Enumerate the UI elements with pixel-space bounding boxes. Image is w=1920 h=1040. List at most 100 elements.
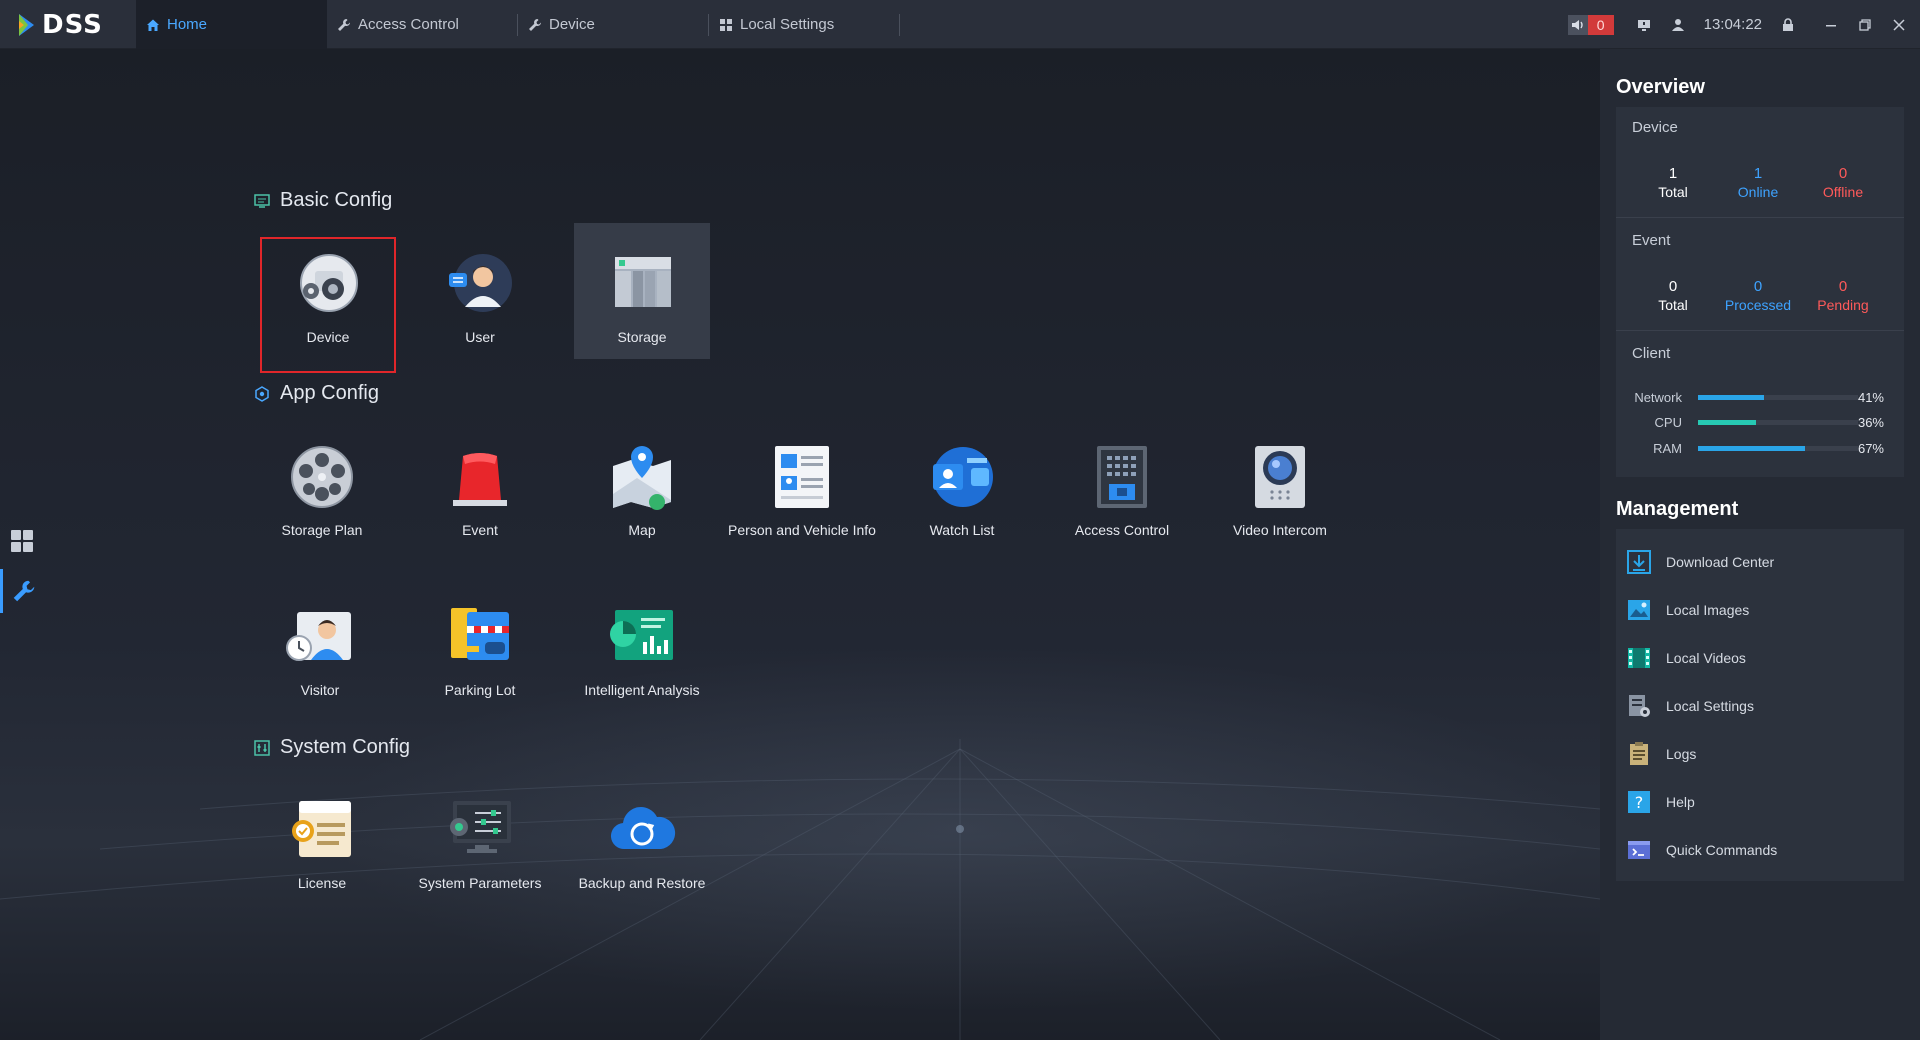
watch-list-icon bbox=[933, 447, 993, 507]
nav-config[interactable] bbox=[0, 569, 44, 613]
network-usage: Network 41% bbox=[1634, 390, 1884, 405]
tile-person-vehicle-info[interactable]: Person and Vehicle Info bbox=[728, 430, 876, 566]
wrench-icon bbox=[529, 18, 541, 31]
ram-usage: RAM 67% bbox=[1653, 441, 1884, 456]
client-section-title: Client bbox=[1632, 345, 1671, 362]
svg-text:?: ? bbox=[1635, 793, 1644, 812]
device-total[interactable]: 1 Total bbox=[1628, 165, 1718, 201]
tab-access-control[interactable]: Access Control bbox=[327, 0, 518, 49]
tab-device[interactable]: Device bbox=[518, 0, 709, 49]
alarm-indicator[interactable]: 0 bbox=[1567, 14, 1614, 35]
help-icon: ? bbox=[1628, 791, 1650, 813]
video-icon bbox=[1628, 648, 1650, 668]
commands-icon bbox=[1628, 841, 1650, 859]
mgmt-download-center[interactable]: Download Center bbox=[1616, 542, 1904, 582]
mgmt-local-images[interactable]: Local Images bbox=[1616, 590, 1904, 630]
monitor-icon bbox=[254, 193, 270, 208]
intercom-icon bbox=[1255, 446, 1305, 508]
device-offline[interactable]: 0 Offline bbox=[1798, 165, 1888, 201]
license-icon bbox=[292, 801, 351, 857]
home-icon bbox=[147, 19, 159, 31]
lock-icon[interactable] bbox=[1780, 17, 1796, 33]
restore-button[interactable] bbox=[1848, 18, 1882, 31]
event-pending[interactable]: 0 Pending bbox=[1798, 278, 1888, 314]
network-bar-track bbox=[1698, 395, 1858, 400]
parking-icon bbox=[451, 608, 509, 660]
network-bar-fill bbox=[1698, 395, 1764, 400]
tile-storage-plan[interactable]: Storage Plan bbox=[254, 430, 390, 566]
alarm-count: 0 bbox=[1587, 14, 1614, 35]
tile-map[interactable]: Map bbox=[574, 430, 710, 566]
management-title: Management bbox=[1616, 498, 1739, 520]
tab-home[interactable]: Home bbox=[136, 0, 327, 49]
mgmt-help[interactable]: ? Help bbox=[1616, 782, 1904, 822]
app-logo: DSS bbox=[16, 10, 103, 40]
mgmt-quick-commands[interactable]: Quick Commands bbox=[1616, 830, 1904, 870]
tile-access-control[interactable]: Access Control bbox=[1052, 430, 1192, 566]
ram-bar-track bbox=[1698, 446, 1858, 451]
mgmt-logs[interactable]: Logs bbox=[1616, 734, 1904, 774]
clock: 13:04:22 bbox=[1703, 16, 1762, 33]
device-online[interactable]: 1 Online bbox=[1713, 165, 1803, 201]
dss-logo-icon bbox=[19, 14, 34, 36]
download-icon bbox=[1627, 550, 1651, 574]
user-icon bbox=[449, 254, 512, 312]
tile-video-intercom[interactable]: Video Intercom bbox=[1212, 430, 1348, 566]
device-config-icon bbox=[300, 254, 358, 312]
user-account-icon[interactable] bbox=[1670, 17, 1686, 33]
tile-parking-lot[interactable]: Parking Lot bbox=[412, 590, 548, 726]
overview-title: Overview bbox=[1616, 76, 1705, 98]
section-system-config: System Config bbox=[254, 736, 410, 759]
tile-watch-list[interactable]: Watch List bbox=[894, 430, 1030, 566]
tile-user[interactable]: User bbox=[412, 237, 548, 373]
divider bbox=[1616, 330, 1904, 331]
tile-event[interactable]: Event bbox=[412, 430, 548, 566]
access-panel-icon bbox=[1097, 446, 1147, 508]
dashboard-grid-icon bbox=[11, 530, 33, 552]
close-button[interactable] bbox=[1882, 18, 1916, 31]
film-reel-icon bbox=[291, 446, 353, 508]
management-card: Download Center Local Images Local Video… bbox=[1616, 529, 1904, 881]
id-card-icon bbox=[775, 446, 829, 508]
visitor-icon bbox=[286, 612, 351, 661]
tile-device[interactable]: Device bbox=[260, 237, 396, 373]
mgmt-local-settings[interactable]: Local Settings bbox=[1616, 686, 1904, 726]
analysis-icon bbox=[610, 610, 673, 660]
wrench-icon bbox=[338, 18, 350, 31]
cloud-backup-icon bbox=[610, 807, 676, 850]
system-params-icon bbox=[450, 801, 511, 853]
tile-license[interactable]: License bbox=[254, 783, 390, 919]
tile-system-parameters[interactable]: System Parameters bbox=[412, 783, 548, 919]
siren-icon bbox=[453, 453, 507, 506]
ram-bar-fill bbox=[1698, 446, 1806, 451]
monitor-alert-icon[interactable] bbox=[1636, 17, 1652, 33]
app-hexagon-icon bbox=[255, 385, 269, 402]
cpu-bar-fill bbox=[1698, 420, 1756, 425]
event-section-title: Event bbox=[1632, 232, 1671, 249]
minimize-button[interactable] bbox=[1814, 19, 1848, 31]
divider bbox=[1616, 217, 1904, 218]
tab-local-settings[interactable]: Local Settings bbox=[709, 0, 900, 49]
speaker-icon bbox=[1567, 14, 1588, 35]
map-icon bbox=[613, 446, 671, 510]
cpu-bar-track bbox=[1698, 420, 1858, 425]
nav-dashboard[interactable] bbox=[0, 519, 44, 563]
left-nav bbox=[0, 49, 44, 1040]
tile-storage[interactable]: Storage bbox=[574, 223, 710, 359]
event-processed[interactable]: 0 Processed bbox=[1713, 278, 1803, 314]
grid-icon bbox=[720, 18, 732, 31]
event-total[interactable]: 0 Total bbox=[1628, 278, 1718, 314]
storage-icon bbox=[615, 257, 671, 307]
tile-visitor[interactable]: Visitor bbox=[252, 590, 388, 726]
section-basic-config: Basic Config bbox=[254, 189, 392, 212]
tile-intelligent-analysis[interactable]: Intelligent Analysis bbox=[574, 590, 710, 726]
logs-icon bbox=[1630, 742, 1648, 765]
mgmt-local-videos[interactable]: Local Videos bbox=[1616, 638, 1904, 678]
wrench-icon bbox=[13, 580, 34, 602]
device-section-title: Device bbox=[1632, 119, 1678, 136]
top-bar: DSS Home Access Control Device Local Set… bbox=[0, 0, 1920, 49]
settings-doc-icon bbox=[1629, 695, 1650, 717]
tab-bar: Home Access Control Device Local Setting… bbox=[136, 0, 900, 49]
tile-backup-restore[interactable]: Backup and Restore bbox=[574, 783, 710, 919]
overview-card: Device 1 Total 1 Online 0 Offline Event … bbox=[1616, 107, 1904, 477]
